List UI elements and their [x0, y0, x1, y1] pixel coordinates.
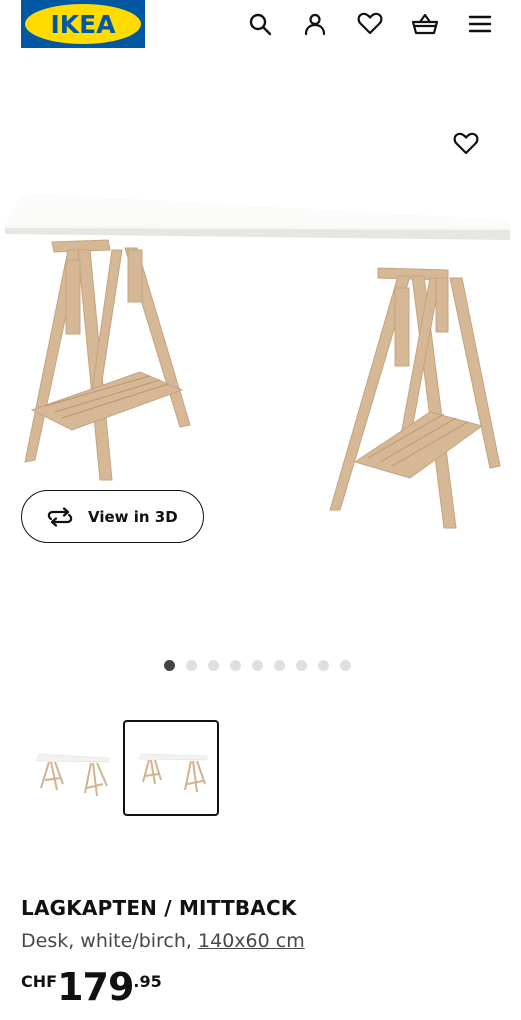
price-decimal: .95: [133, 972, 162, 991]
logo-text: IKEA: [50, 10, 116, 39]
carousel-dot[interactable]: [164, 660, 175, 671]
header: IKEA: [0, 0, 521, 52]
product-type: Desk, white/birch,: [21, 930, 192, 952]
carousel-dot[interactable]: [230, 660, 241, 671]
carousel-dot[interactable]: [208, 660, 219, 671]
carousel-dot[interactable]: [252, 660, 263, 671]
add-to-favourites-icon[interactable]: [452, 130, 480, 158]
product-page: IKEA View in 3D LAGKAPTEN / MITTBACK Des…: [0, 0, 521, 1020]
rotate-3d-icon: [46, 506, 74, 527]
product-name: LAGKAPTEN / MITTBACK: [21, 896, 297, 920]
thumbnail-1[interactable]: [21, 720, 117, 816]
carousel-dot[interactable]: [340, 660, 351, 671]
product-size-link[interactable]: 140x60 cm: [198, 930, 305, 952]
carousel-dots: [164, 660, 351, 672]
carousel-dot[interactable]: [274, 660, 285, 671]
product-price: CHF179.95: [21, 968, 162, 1006]
thumbnail-2[interactable]: [123, 720, 219, 816]
price-currency: CHF: [21, 972, 58, 991]
search-icon[interactable]: [246, 10, 274, 38]
user-icon[interactable]: [301, 10, 329, 38]
view-in-3d-button[interactable]: View in 3D: [21, 490, 204, 543]
carousel-dot[interactable]: [318, 660, 329, 671]
price-integer: 179: [57, 965, 134, 1009]
basket-icon[interactable]: [411, 10, 439, 38]
carousel-dot[interactable]: [186, 660, 197, 671]
ikea-logo[interactable]: IKEA: [21, 0, 145, 48]
hamburger-menu-icon[interactable]: [466, 10, 494, 38]
view-in-3d-label: View in 3D: [88, 507, 178, 526]
product-description: Desk, white/birch, 140x60 cm: [21, 930, 305, 952]
heart-icon[interactable]: [356, 10, 384, 38]
carousel-dot[interactable]: [296, 660, 307, 671]
